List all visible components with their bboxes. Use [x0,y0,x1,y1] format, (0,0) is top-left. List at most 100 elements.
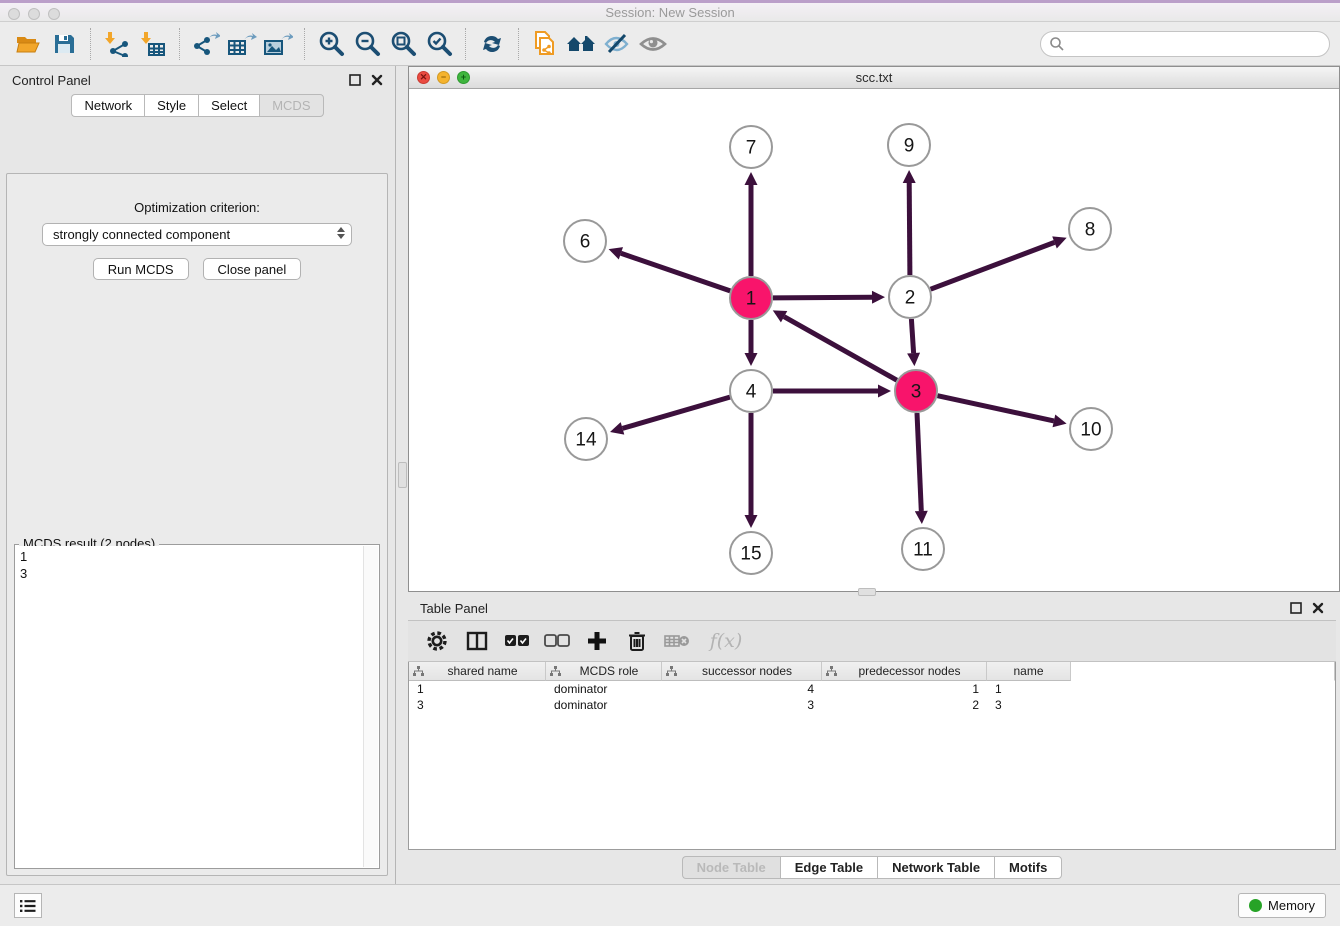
cell-successor-nodes[interactable]: 4 [662,681,822,697]
vertical-splitter-handle[interactable] [398,462,407,488]
show-all-button[interactable] [635,27,671,61]
result-scrollbar[interactable] [363,546,378,867]
table-settings-button[interactable] [420,625,454,657]
trash-icon [627,630,647,652]
graph-edge-2-8[interactable] [931,242,1055,289]
open-file-button[interactable] [10,27,46,61]
network-window-titlebar: ✕ − + scc.txt [409,67,1339,89]
refresh-view-button[interactable] [474,27,510,61]
application-window: Session: New Session [0,0,1340,926]
run-mcds-button[interactable]: Run MCDS [93,258,189,280]
mcds-result-text[interactable]: 1 3 [16,546,363,867]
node-table: shared name MCDS role successor nodes pr… [408,662,1336,850]
graph-edge-1-6[interactable] [621,253,730,291]
mcds-result-box: MCDS result (2 nodes) 1 3 [14,544,380,869]
delete-table-button[interactable] [660,625,694,657]
minimize-network-icon[interactable]: − [437,71,450,84]
table-row[interactable]: 3 dominator 3 2 3 [409,697,1335,713]
zoom-fit-button[interactable] [385,27,421,61]
graph-edge-2-3[interactable] [911,319,913,353]
hide-selected-button[interactable] [599,27,635,61]
unselect-all-columns-button[interactable] [540,625,574,657]
add-column-button[interactable] [580,625,614,657]
cell-shared-name[interactable]: 1 [409,681,546,697]
save-session-button[interactable] [46,27,82,61]
graph-edge-3-11[interactable] [917,413,921,511]
refresh-icon [478,31,506,57]
export-image-button[interactable] [260,27,296,61]
copy-network-button[interactable] [527,27,563,61]
hierarchy-icon [666,666,677,677]
graph-edge-4-14[interactable] [623,397,730,428]
column-header-mcds-role[interactable]: MCDS role [546,662,662,681]
graph-edge-3-10[interactable] [938,396,1054,421]
zoom-in-button[interactable] [313,27,349,61]
cell-mcds-role[interactable]: dominator [546,697,662,713]
function-builder-button[interactable]: f(x) [700,625,752,657]
select-all-columns-button[interactable] [500,625,534,657]
close-network-icon[interactable]: ✕ [417,71,430,84]
tab-motifs[interactable]: Motifs [994,856,1062,879]
import-table-button[interactable] [135,27,171,61]
graph-node-label: 6 [580,232,591,253]
tab-node-table[interactable]: Node Table [682,856,780,879]
zoom-out-icon [353,30,381,58]
cell-mcds-role[interactable]: dominator [546,681,662,697]
import-network-button[interactable] [99,27,135,61]
column-header-name[interactable]: name [987,662,1071,681]
float-table-panel-icon[interactable] [1290,602,1302,614]
function-icon: f(x) [710,630,743,652]
graph-edge-1-2[interactable] [773,297,872,298]
search-input[interactable] [1040,31,1330,57]
close-panel-icon[interactable] [371,74,383,86]
tab-network-table[interactable]: Network Table [877,856,994,879]
table-panel-title: Table Panel [420,601,488,616]
float-panel-icon[interactable] [349,74,361,86]
criterion-dropdown[interactable]: strongly connected component [42,223,352,246]
unchecked-boxes-icon [544,634,570,648]
cell-name[interactable]: 1 [987,681,1071,697]
graph-node-label: 11 [913,540,933,561]
table-row[interactable]: 1 dominator 4 1 1 [409,681,1335,697]
export-table-button[interactable] [224,27,260,61]
criterion-value: strongly connected component [53,227,230,242]
network-canvas[interactable]: 7968124314101511 [409,89,1339,591]
column-view-button[interactable] [460,625,494,657]
cell-successor-nodes[interactable]: 3 [662,697,822,713]
maximize-network-icon[interactable]: + [457,71,470,84]
tab-network[interactable]: Network [71,94,144,117]
tab-style[interactable]: Style [144,94,198,117]
tab-mcds[interactable]: MCDS [259,94,323,117]
network-graph: 7968124314101511 [409,89,1339,591]
horizontal-splitter-handle[interactable] [858,588,876,596]
column-header-successor-nodes[interactable]: successor nodes [662,662,822,681]
network-view-window: ✕ − + scc.txt 7968124314101511 [408,66,1340,592]
export-network-button[interactable] [188,27,224,61]
delete-column-button[interactable] [620,625,654,657]
tab-edge-table[interactable]: Edge Table [780,856,877,879]
task-history-button[interactable] [14,893,42,918]
cell-shared-name[interactable]: 3 [409,697,546,713]
import-network-icon [104,31,130,57]
zoom-out-button[interactable] [349,27,385,61]
cell-predecessor-nodes[interactable]: 1 [822,681,987,697]
column-header-predecessor-nodes[interactable]: predecessor nodes [822,662,987,681]
maximize-window-icon[interactable] [48,8,60,20]
cell-name[interactable]: 3 [987,697,1071,713]
graph-edge-2-9[interactable] [909,183,910,275]
graph-edge-3-1[interactable] [784,317,897,381]
export-image-icon [263,31,293,57]
minimize-window-icon[interactable] [28,8,40,20]
memory-button[interactable]: Memory [1238,893,1326,918]
cell-predecessor-nodes[interactable]: 2 [822,697,987,713]
tab-select[interactable]: Select [198,94,259,117]
close-window-icon[interactable] [8,8,20,20]
close-panel-button[interactable]: Close panel [203,258,302,280]
column-header-shared-name[interactable]: shared name [409,662,546,681]
main-toolbar [0,22,1340,66]
zoom-selected-button[interactable] [421,27,457,61]
close-table-panel-icon[interactable] [1312,602,1324,614]
home-layout-button[interactable] [563,27,599,61]
graph-node-label: 8 [1085,220,1096,241]
graph-node-label: 3 [911,382,922,403]
